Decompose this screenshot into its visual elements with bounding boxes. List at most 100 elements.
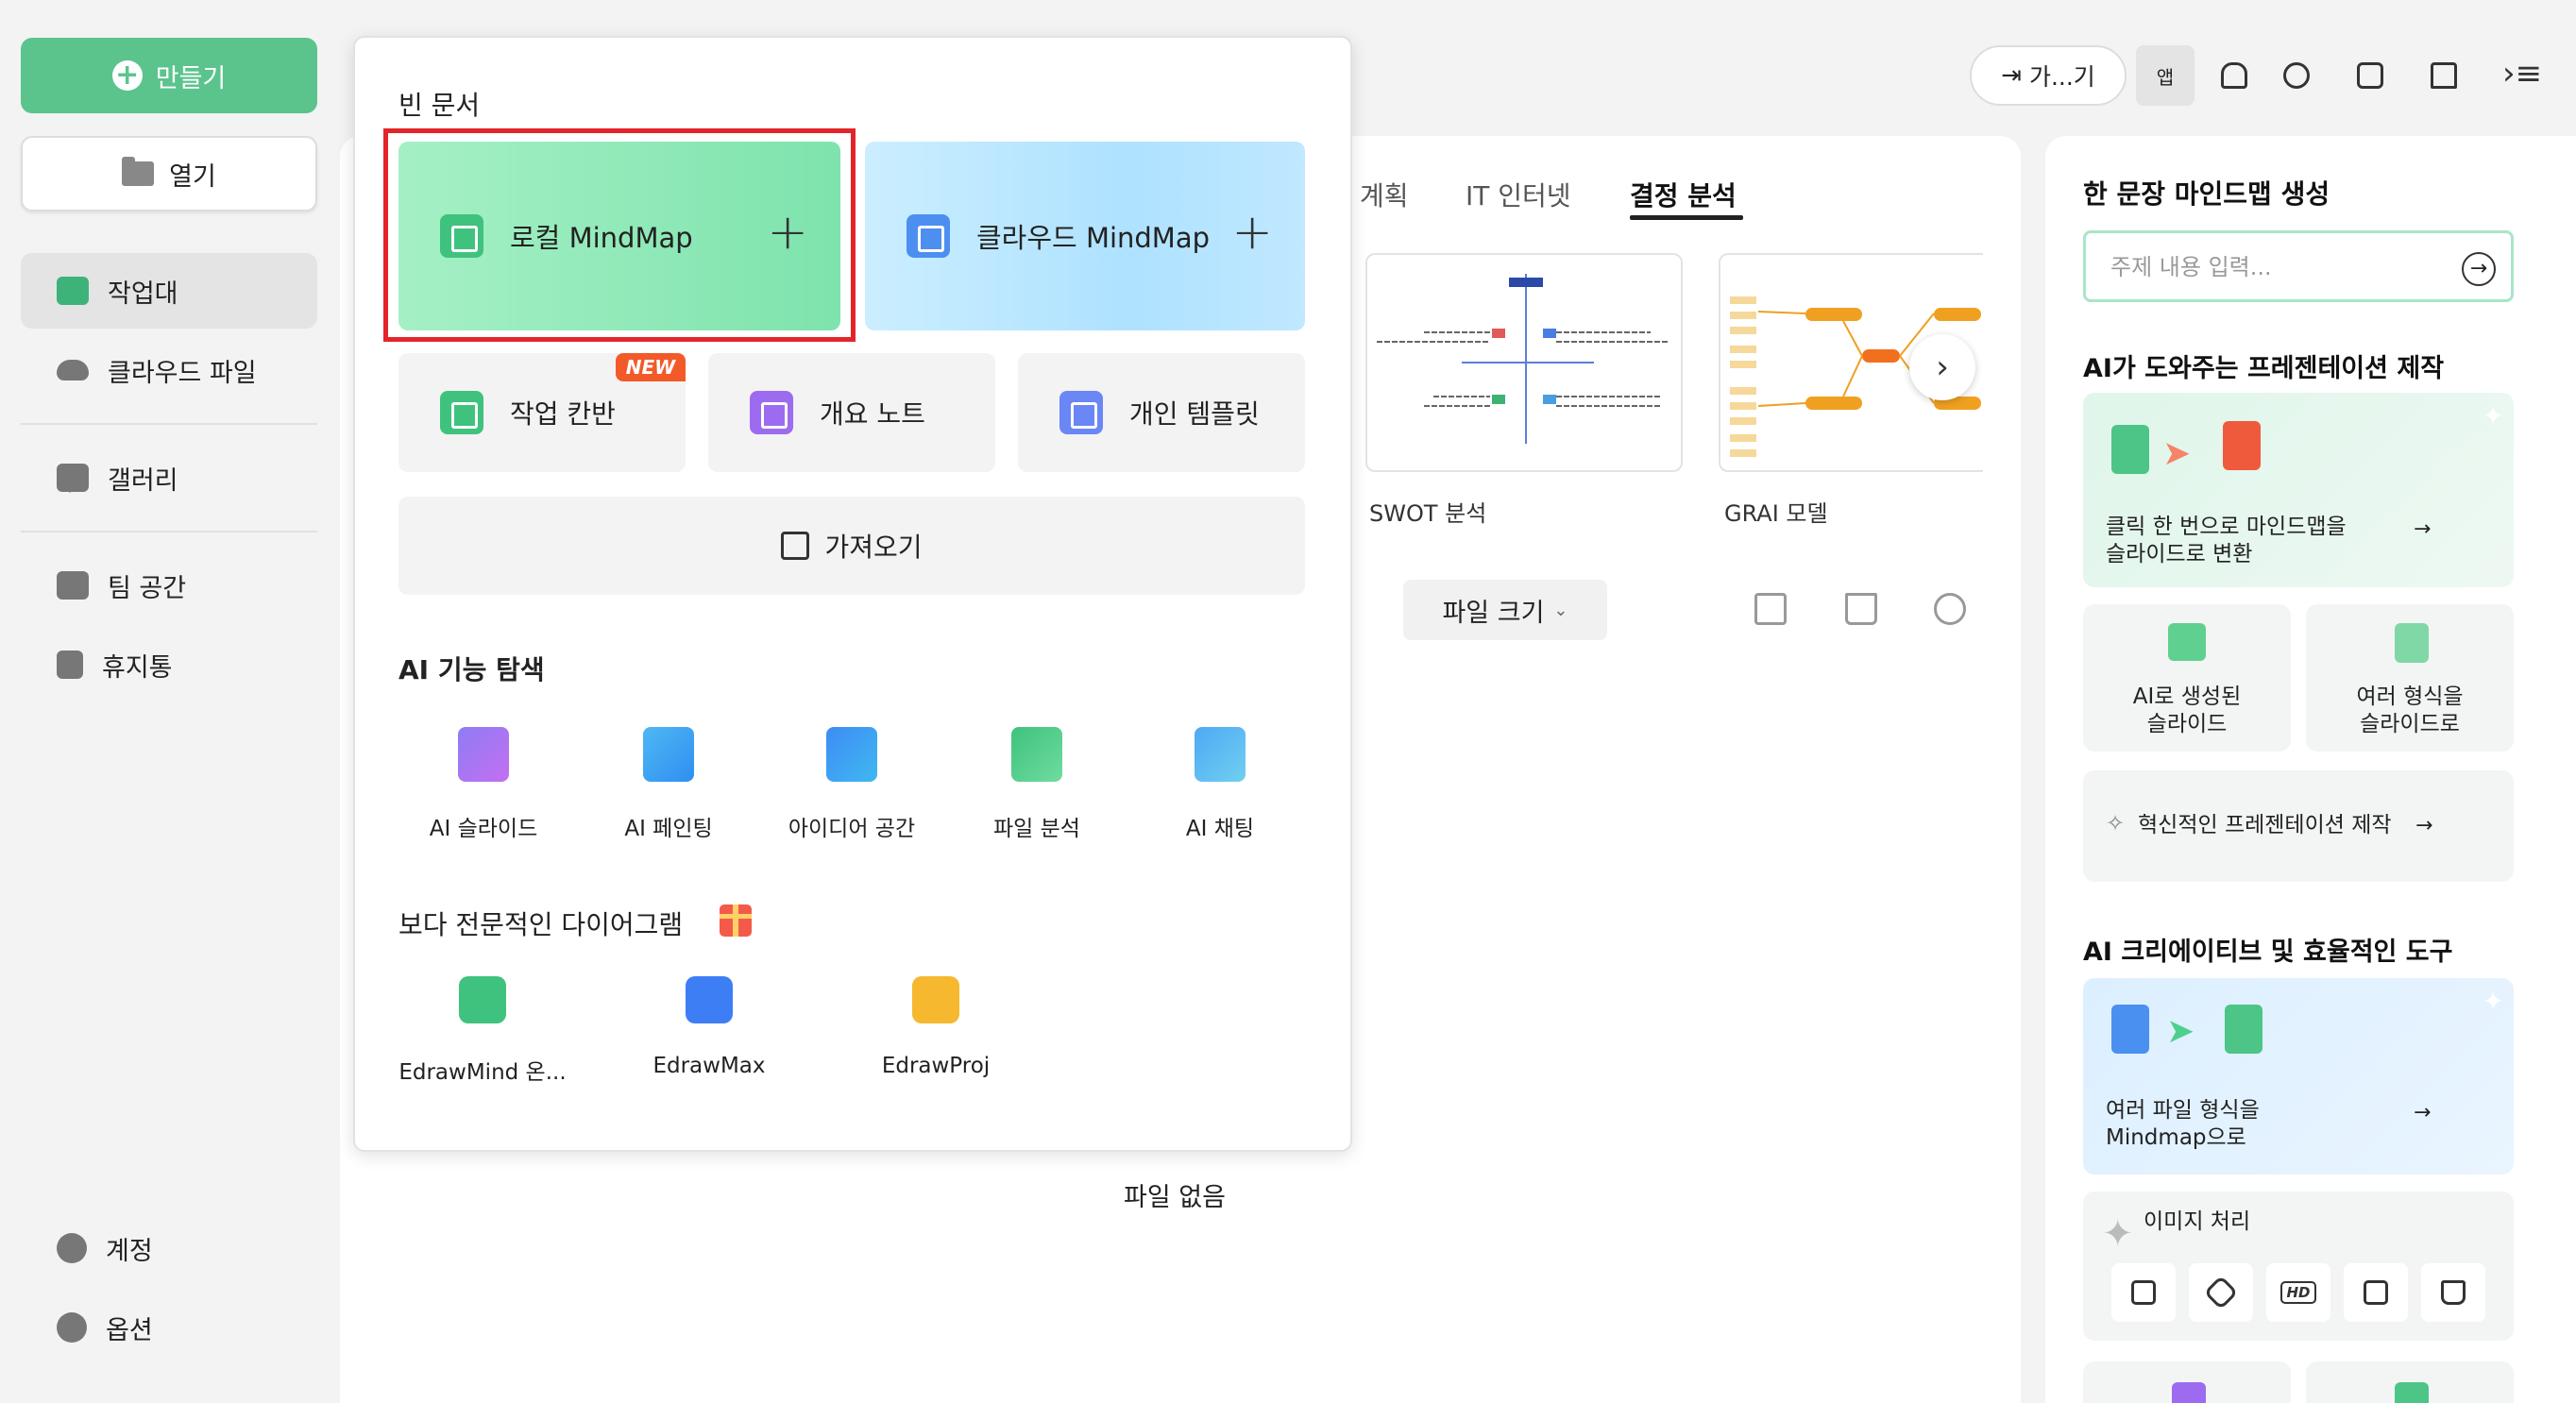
image-tool-expand[interactable] (2344, 1263, 2408, 1322)
sparkle-icon: ✧ (2106, 810, 2126, 837)
ai-painting-item[interactable]: AI 페인팅 (574, 727, 763, 842)
tool-icon (2395, 1382, 2429, 1403)
trash-bin-icon[interactable] (1845, 593, 1877, 625)
personal-template-card[interactable]: 개인 템플릿 (1018, 353, 1305, 472)
template-card-swot[interactable] (1365, 253, 1683, 472)
empty-state-text: 파일 없음 (1124, 1183, 1226, 1212)
mindmap-file-icon (2111, 425, 2149, 474)
ai-chat-item[interactable]: AI 채팅 (1126, 727, 1314, 842)
edrawproj-label: EdrawProj (881, 1054, 991, 1078)
image-tool-convert[interactable] (2421, 1263, 2485, 1322)
sidebar-item-label: 계정 (106, 1236, 153, 1266)
tab-it-internet[interactable]: IT 인터넷 (1466, 176, 1571, 213)
tab-active-indicator (1630, 215, 1743, 220)
topic-input[interactable] (2110, 250, 2450, 284)
ai-slide-item[interactable]: AI 슬라이드 (389, 727, 578, 842)
file-size-label: 파일 크기 (1442, 598, 1545, 628)
image-tool-hd[interactable]: HD (2266, 1263, 2330, 1322)
sidebar-item-cloud-files[interactable]: 클라우드 파일 (21, 332, 317, 408)
edrawmind-icon (459, 976, 506, 1023)
sidebar-item-label: 클라우드 파일 (108, 358, 257, 388)
eraser-icon (2203, 1275, 2239, 1310)
arrow-right-icon: → (2414, 517, 2432, 541)
edrawproj-item[interactable]: EdrawProj (846, 976, 1025, 1078)
topic-input-box: → (2083, 230, 2514, 302)
arrow-right-icon: ➤ (2166, 1012, 2195, 1051)
sidebar-item-account[interactable]: 계정 (21, 1210, 317, 1286)
kanban-label: 작업 칸반 (510, 398, 616, 430)
file-icon (2111, 1005, 2149, 1054)
cloud-mindmap-card[interactable]: 클라우드 MindMap + (865, 142, 1305, 330)
outline-note-card[interactable]: 개요 노트 (708, 353, 995, 472)
file-analysis-icon (1011, 727, 1062, 782)
edrawmax-label: EdrawMax (652, 1054, 766, 1078)
help-icon[interactable] (2283, 62, 2310, 89)
ai-slide-icon (2168, 623, 2206, 661)
list-view-icon[interactable] (1754, 593, 1787, 625)
ai-painting-label: AI 페인팅 (624, 817, 713, 841)
tab-plan[interactable]: 계획 (1360, 176, 1409, 213)
sidebar-item-team-space[interactable]: 팀 공간 (21, 548, 317, 623)
sidebar-item-options[interactable]: 옵션 (21, 1290, 317, 1365)
file-size-sort-button[interactable]: 파일 크기 ⌄ (1403, 580, 1607, 640)
sidebar-item-label: 휴지통 (102, 652, 173, 683)
refresh-icon[interactable] (1934, 593, 1966, 625)
carousel-next-button[interactable]: › (1909, 334, 1975, 400)
apps-grid-icon[interactable] (2357, 62, 2383, 89)
edrawmind-online-item[interactable]: EdrawMind 온... (393, 976, 572, 1086)
edrawmind-label: EdrawMind 온... (398, 1060, 567, 1085)
template-name-swot: SWOT 분석 (1369, 500, 1487, 527)
plus-icon: + (1231, 204, 1273, 261)
gift-icon (720, 904, 752, 937)
image-tool-select[interactable] (2111, 1263, 2176, 1322)
blank-document-heading: 빈 문서 (398, 90, 481, 121)
pro-diagram-heading: 보다 전문적인 다이어그램 (398, 909, 684, 940)
edrawmax-icon (686, 976, 733, 1023)
sidebar-item-trash[interactable]: 휴지통 (21, 627, 317, 702)
plus-circle-icon: + (111, 60, 143, 91)
import-icon: ⇥ (2001, 61, 2022, 90)
sidebar-item-gallery[interactable]: 갤러리 (21, 440, 317, 516)
collapse-menu-icon[interactable]: ›≡ (2502, 55, 2542, 93)
outline-note-label: 개요 노트 (820, 398, 925, 430)
ai-chat-label: AI 채팅 (1185, 817, 1255, 841)
sidebar: + 만들기 열기 작업대 클라우드 파일 갤러리 팀 공간 휴지통 계정 옵션 (0, 0, 336, 1403)
multi-format-slides-card[interactable]: 여러 형식을 슬라이드로 (2306, 604, 2514, 752)
edrawmax-item[interactable]: EdrawMax (619, 976, 799, 1078)
personal-template-label: 개인 템플릿 (1129, 398, 1260, 430)
innovative-presentation-card[interactable]: ✧ 혁신적인 프레젠테이션 제작 → (2083, 770, 2514, 882)
hd-icon: HD (2280, 1281, 2316, 1304)
ai-slide-icon (458, 727, 509, 782)
open-button[interactable]: 열기 (21, 136, 317, 211)
powerpoint-file-icon (2223, 421, 2261, 470)
gallery-icon (57, 464, 89, 493)
folder-icon (122, 157, 155, 186)
trash-icon (57, 651, 83, 679)
mindmap-to-slides-card[interactable]: ➤ ✦ 클릭 한 번으로 마인드맵을 슬라이드로 변환 → (2083, 393, 2514, 587)
shirt-icon[interactable] (2431, 62, 2457, 89)
cloud-mindmap-label: 클라우드 MindMap (976, 222, 1211, 254)
tab-decision-analysis[interactable]: 결정 분석 (1630, 176, 1737, 213)
mindmap-file-icon (2225, 1005, 2262, 1054)
ai-features-heading: AI 기능 탐색 (398, 654, 545, 685)
file-analysis-item[interactable]: 파일 분석 (942, 727, 1131, 842)
template-name-grai: GRAI 모델 (1724, 500, 1828, 527)
arrow-right-icon[interactable]: → (2462, 252, 2496, 286)
import-top-button[interactable]: ⇥ 가...기 (1970, 45, 2127, 106)
cloud-icon (57, 360, 89, 380)
arrow-right-icon: → (2415, 814, 2433, 837)
sidebar-item-label: 갤러리 (108, 465, 178, 496)
sidebar-divider (21, 423, 317, 425)
sidebar-item-label: 작업대 (108, 279, 178, 309)
files-to-mindmap-card[interactable]: ➤ ✦ 여러 파일 형식을 Mindmap으로 → (2083, 978, 2514, 1175)
app-button[interactable]: 앱 (2136, 45, 2195, 106)
sidebar-item-workbench[interactable]: 작업대 (21, 253, 317, 329)
kanban-icon (440, 391, 483, 434)
ai-slides-card[interactable]: AI로 생성된 슬라이드 (2083, 604, 2291, 752)
bell-icon[interactable] (2221, 62, 2247, 89)
image-tool-eraser[interactable] (2189, 1263, 2253, 1322)
import-button[interactable]: 가져오기 (398, 497, 1305, 595)
idea-space-item[interactable]: 아이디어 공간 (757, 727, 946, 842)
partial-card (2083, 1361, 2291, 1403)
create-button[interactable]: + 만들기 (21, 38, 317, 113)
